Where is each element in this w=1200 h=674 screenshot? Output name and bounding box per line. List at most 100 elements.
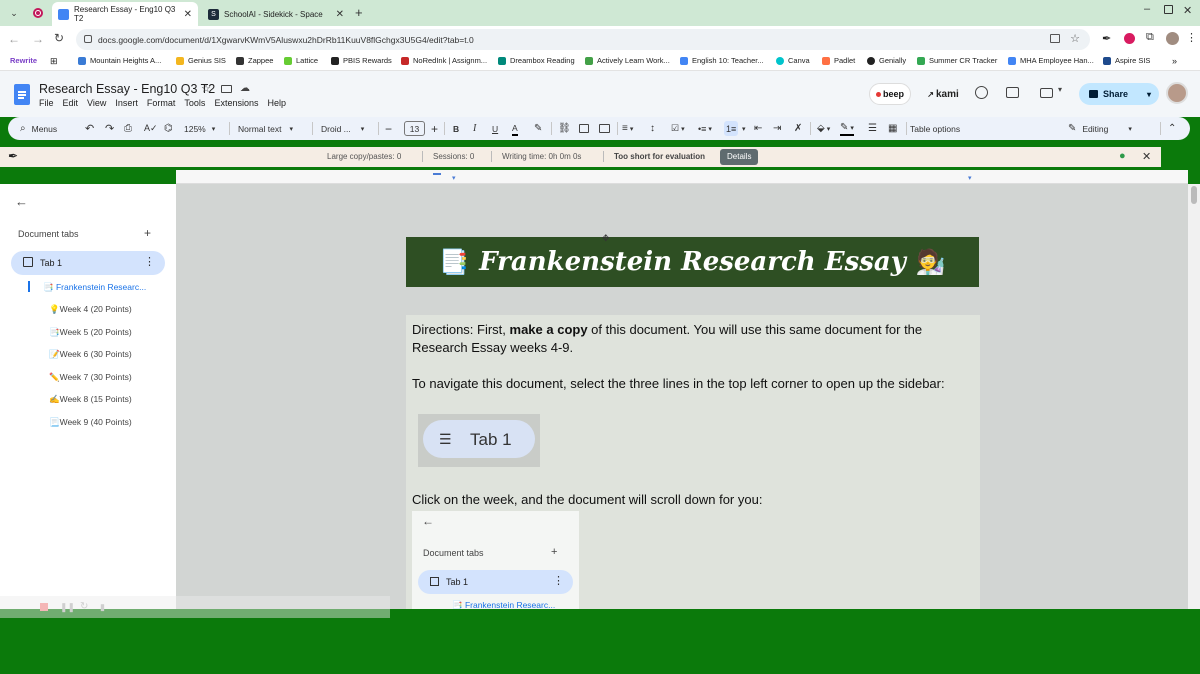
outline-item-week-9[interactable]: 📃Week 9 (40 Points) [49, 417, 132, 428]
text-color-icon[interactable]: A [512, 121, 518, 136]
minimize-icon[interactable]: – [1144, 3, 1150, 15]
bookmark-mha-employee[interactable]: MHA Employee Han... [1008, 56, 1094, 65]
meet-dropdown-icon[interactable]: ▾ [1058, 85, 1062, 94]
editing-mode-select[interactable]: ✎ Editing ▾ [1068, 121, 1132, 136]
browser-menu-icon[interactable]: ⋮ [1186, 31, 1197, 44]
browser-tab-schoolai[interactable]: S SchoolAI - Sidekick - Space ✕ [202, 2, 350, 26]
details-button[interactable]: Details [720, 149, 759, 165]
border-color-icon[interactable]: ✎ ▾ [840, 121, 854, 136]
fill-color-icon[interactable]: ⬙ ▾ [817, 121, 830, 136]
insert-image-icon[interactable] [599, 124, 610, 133]
zoom-select[interactable]: 125% ▾ [184, 121, 215, 136]
paint-format-icon[interactable]: ⌬ [164, 121, 173, 136]
close-tab-icon[interactable]: ✕ [336, 9, 344, 20]
url-input[interactable]: docs.google.com/document/d/1XgwarvKWmV5A… [76, 29, 1090, 50]
close-tab-icon[interactable]: ✕ [184, 9, 192, 20]
docs-logo-icon[interactable] [14, 84, 30, 105]
line-spacing-icon[interactable]: ↕ [650, 121, 655, 136]
bookmark-lattice[interactable]: Lattice [284, 56, 318, 65]
meet-icon[interactable] [1040, 88, 1053, 98]
clear-formatting-icon[interactable]: ✗ [794, 121, 802, 136]
menu-insert[interactable]: Insert [115, 98, 138, 108]
back-icon[interactable]: ← [8, 32, 20, 46]
share-dropdown-icon[interactable]: ▾ [1147, 90, 1151, 99]
right-indent-marker[interactable]: ▾ [968, 174, 972, 182]
border-width-icon[interactable]: ☰ [868, 121, 877, 136]
extension-pen-icon[interactable]: ✒ [1102, 32, 1111, 45]
bookmark-rewrite[interactable]: Rewrite [10, 56, 37, 65]
print-icon[interactable]: ⎙ [124, 121, 132, 136]
outline-item-week-7[interactable]: ✏️Week 7 (30 Points) [49, 372, 132, 383]
indent-marker[interactable] [433, 173, 441, 175]
beep-button[interactable]: beep [869, 83, 911, 105]
align-icon[interactable]: ≡ ▾ [622, 121, 633, 136]
border-style-icon[interactable]: ▦ [888, 121, 897, 136]
bold-icon[interactable]: B [453, 121, 459, 136]
italic-icon[interactable]: I [473, 121, 476, 136]
tab-options-icon[interactable]: ⋮ [144, 255, 155, 268]
cast-icon[interactable] [1050, 34, 1060, 43]
style-select[interactable]: Normal text ▾ [238, 121, 293, 136]
menu-format[interactable]: Format [147, 98, 176, 108]
share-button[interactable]: Share ▾ [1079, 83, 1159, 105]
move-folder-icon[interactable] [221, 85, 232, 93]
account-avatar[interactable] [1166, 82, 1188, 104]
record-icon[interactable] [33, 8, 43, 18]
user-icon[interactable]: ● [1119, 150, 1126, 162]
vertical-scrollbar[interactable] [1188, 184, 1200, 609]
apps-grid-icon[interactable]: ⊞ [50, 56, 58, 67]
bookmark-canva[interactable]: Canva [776, 56, 810, 65]
close-tracker-icon[interactable]: ✕ [1142, 150, 1151, 163]
menu-tools[interactable]: Tools [184, 98, 205, 108]
menu-file[interactable]: File [39, 98, 54, 108]
decrease-font-size-icon[interactable]: − [385, 121, 392, 136]
bookmark-noredink[interactable]: NoRedInk | Assignm... [401, 56, 487, 65]
tab-list-chevron-icon[interactable]: ⌄ [8, 6, 20, 20]
bookmark-mountain-heights[interactable]: Mountain Heights A... [78, 56, 161, 65]
add-comment-icon[interactable] [579, 124, 589, 133]
more-bookmarks-chevron-icon[interactable]: » [1172, 56, 1177, 66]
highlight-icon[interactable]: ✎ [534, 121, 542, 136]
add-tab-icon[interactable]: + [144, 226, 151, 240]
comments-icon[interactable] [1006, 87, 1019, 98]
increase-font-size-icon[interactable]: + [431, 121, 438, 136]
menu-help[interactable]: Help [267, 98, 286, 108]
scrollbar-thumb[interactable] [1191, 186, 1197, 204]
menu-edit[interactable]: Edit [63, 98, 79, 108]
bookmark-aspire-sis[interactable]: Aspire SIS [1103, 56, 1150, 65]
outline-item-week-6[interactable]: 📝Week 6 (30 Points) [49, 349, 132, 360]
redo-icon[interactable]: ↷ [105, 121, 114, 136]
undo-icon[interactable]: ↶ [85, 121, 94, 136]
outline-item-week-5[interactable]: 📑Week 5 (20 Points) [49, 327, 132, 338]
font-size-input[interactable]: 13 [404, 121, 425, 136]
maximize-icon[interactable] [1164, 5, 1173, 14]
bookmark-star-icon[interactable]: ☆ [1070, 32, 1080, 45]
version-history-icon[interactable] [975, 86, 988, 99]
sidebar-tab-1[interactable]: Tab 1 ⋮ [11, 251, 165, 275]
outline-item-week-8[interactable]: ✍️Week 8 (15 Points) [49, 394, 132, 405]
hide-menus-chevron-icon[interactable]: ⌃ [1168, 121, 1176, 136]
reload-icon[interactable]: ↻ [54, 31, 64, 45]
outline-item-title[interactable]: 📑 Frankenstein Researc... [43, 282, 146, 293]
menu-extensions[interactable]: Extensions [214, 98, 258, 108]
document-title[interactable]: Research Essay - Eng10 Q3 T2 [39, 82, 215, 96]
numbered-list-dropdown-icon[interactable]: ▾ [742, 121, 746, 136]
underline-icon[interactable]: U [492, 121, 498, 136]
new-tab-icon[interactable]: + [355, 5, 363, 20]
bookmark-genius-sis[interactable]: Genius SIS [176, 56, 226, 65]
bookmark-zappee[interactable]: Zappee [236, 56, 273, 65]
bookmark-summer-cr-tracker[interactable]: Summer CR Tracker [917, 56, 997, 65]
numbered-list-icon[interactable]: 1≡ [724, 121, 739, 136]
extensions-puzzle-icon[interactable]: ⧉ [1146, 31, 1154, 44]
bookmark-dreambox[interactable]: Dreambox Reading [498, 56, 575, 65]
menu-view[interactable]: View [87, 98, 106, 108]
spellcheck-icon[interactable]: A✓ [144, 121, 158, 136]
site-info-icon[interactable] [84, 35, 92, 43]
close-window-icon[interactable]: ✕ [1183, 4, 1192, 17]
profile-avatar[interactable] [1166, 32, 1179, 45]
font-select[interactable]: Droid ... ▾ [321, 121, 364, 136]
bookmark-actively-learn[interactable]: Actively Learn Work... [585, 56, 670, 65]
bookmark-padlet[interactable]: Padlet [822, 56, 855, 65]
bookmark-english-10[interactable]: English 10: Teacher... [680, 56, 764, 65]
bulleted-list-icon[interactable]: •≡ ▾ [698, 121, 712, 136]
